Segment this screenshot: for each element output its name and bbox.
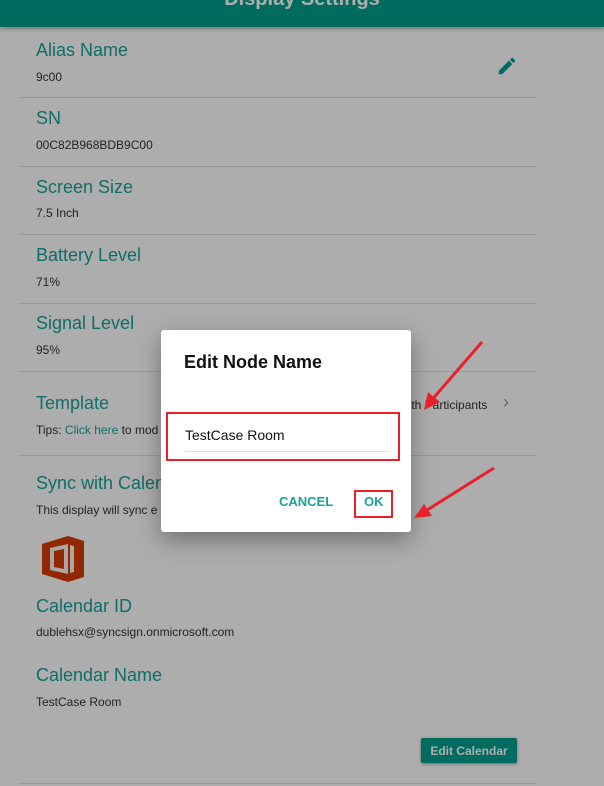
arrow-to-ok: [423, 466, 495, 514]
annotation-arrows: [414, 341, 495, 518]
arrow-to-input: [428, 341, 484, 403]
